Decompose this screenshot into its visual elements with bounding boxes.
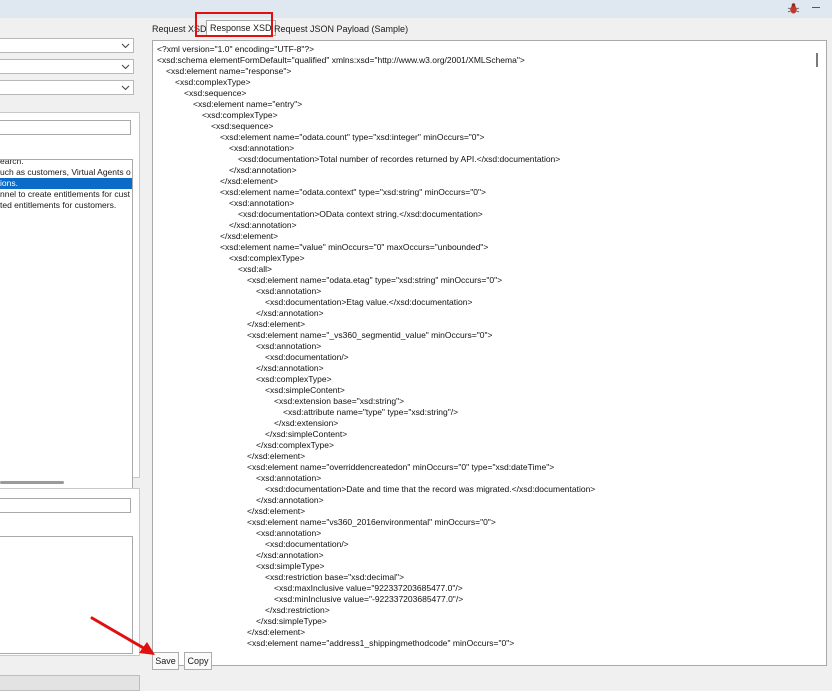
combo-box-3[interactable]: [0, 80, 134, 95]
code-line: <xsd:sequence>: [184, 88, 247, 98]
code-line: </xsd:complexType>: [256, 440, 334, 450]
code-line: </xsd:simpleContent>: [265, 429, 348, 439]
code-line: </xsd:annotation>: [256, 363, 324, 373]
code-line: <xsd:attribute name="type" type="xsd:str…: [283, 407, 459, 417]
code-line: <xsd:complexType>: [202, 110, 278, 120]
code-line: <xsd:annotation>: [229, 143, 295, 153]
horizontal-scrollbar[interactable]: [0, 481, 64, 484]
code-line: </xsd:element>: [247, 506, 306, 516]
combo-box-2[interactable]: [0, 59, 134, 74]
code-line: <xsd:complexType>: [175, 77, 251, 87]
code-line: </xsd:annotation>: [229, 165, 297, 175]
code-line: </xsd:element>: [247, 627, 306, 637]
code-line: <xsd:maxInclusive value="922337203685477…: [274, 583, 463, 593]
xsd-code-view[interactable]: <?xml version="1.0" encoding="UTF-8"?> <x…: [152, 40, 827, 666]
list-item[interactable]: uch as customers, Virtual Agents o: [0, 167, 131, 178]
detail-input[interactable]: [0, 498, 131, 513]
left-panel: earch. uch as customers, Virtual Agents …: [0, 18, 146, 691]
code-line: <xsd:documentation>Date and time that th…: [265, 484, 596, 494]
code-line: <xsd:element name="odata.context" type="…: [220, 187, 486, 197]
chevron-down-icon: [121, 43, 130, 49]
code-line: <xsd:schema elementFormDefault="qualifie…: [157, 55, 525, 65]
tab-response-xsd[interactable]: Response XSD: [206, 20, 276, 36]
minimize-icon[interactable]: [812, 7, 820, 8]
code-line: <xsd:annotation>: [256, 528, 322, 538]
code-line: <xsd:documentation/>: [265, 539, 349, 549]
list-item[interactable]: nnel to create entitlements for cust: [0, 189, 130, 200]
code-line: <xsd:annotation>: [229, 198, 295, 208]
status-field: [0, 675, 140, 691]
code-line: <xsd:complexType>: [229, 253, 305, 263]
window-top-bar: [0, 0, 832, 18]
code-line: <xsd:all>: [238, 264, 273, 274]
code-line: </xsd:element>: [220, 176, 279, 186]
code-line: <xsd:annotation>: [256, 341, 322, 351]
copy-button[interactable]: Copy: [184, 652, 212, 670]
code-line: <xsd:element name="overriddencreatedon" …: [247, 462, 555, 472]
code-line: </xsd:element>: [247, 451, 306, 461]
code-line: <xsd:element name="entry">: [193, 99, 303, 109]
arrow-annotation-icon: [90, 616, 155, 655]
code-lines: <?xml version="1.0" encoding="UTF-8"?> <x…: [157, 44, 595, 649]
code-line: <xsd:annotation>: [256, 473, 322, 483]
code-line: </xsd:annotation>: [256, 495, 324, 505]
list-item[interactable]: ted entitlements for customers.: [0, 200, 116, 211]
code-line: </xsd:simpleType>: [256, 616, 327, 626]
code-line: <xsd:documentation>Total number of recor…: [238, 154, 561, 164]
code-line: <xsd:simpleType>: [256, 561, 325, 571]
code-line: <xsd:annotation>: [256, 286, 322, 296]
code-line: </xsd:annotation>: [256, 308, 324, 318]
code-line: </xsd:annotation>: [256, 550, 324, 560]
code-line: </xsd:element>: [247, 319, 306, 329]
tab-request-json-payload[interactable]: Request JSON Payload (Sample): [274, 22, 408, 37]
code-line: </xsd:extension>: [274, 418, 339, 428]
code-line: </xsd:element>: [220, 231, 279, 241]
code-line: <xsd:element name="_vs360_segmentid_valu…: [247, 330, 493, 340]
code-line: <?xml version="1.0" encoding="UTF-8"?>: [157, 44, 315, 54]
chevron-down-icon: [121, 85, 130, 91]
tab-request-xsd[interactable]: Request XSD: [152, 22, 207, 37]
code-line: <xsd:element name="address1_shippingmeth…: [247, 638, 515, 648]
code-line: <xsd:documentation/>: [265, 352, 349, 362]
code-line: <xsd:element name="odata.etag" type="xsd…: [247, 275, 503, 285]
code-line: <xsd:simpleContent>: [265, 385, 345, 395]
code-line: <xsd:complexType>: [256, 374, 332, 384]
code-line: <xsd:extension base="xsd:string">: [274, 396, 405, 406]
code-line: <xsd:documentation>Etag value.</xsd:docu…: [265, 297, 473, 307]
list-item[interactable]: earch.: [0, 160, 24, 167]
code-line: <xsd:restriction base="xsd:decimal">: [265, 572, 405, 582]
bug-icon[interactable]: [787, 2, 800, 15]
code-line: <xsd:element name="value" minOccurs="0" …: [220, 242, 489, 252]
list-item-selected[interactable]: ions.: [0, 178, 132, 189]
combo-box-1[interactable]: [0, 38, 134, 53]
code-line: <xsd:sequence>: [211, 121, 274, 131]
operation-list[interactable]: earch. uch as customers, Virtual Agents …: [0, 159, 133, 491]
code-line: <xsd:documentation>OData context string.…: [238, 209, 483, 219]
code-line: </xsd:annotation>: [229, 220, 297, 230]
chevron-down-icon: [121, 64, 130, 70]
code-line: <xsd:element name="response">: [166, 66, 292, 76]
right-panel: Request XSD Response XSD Request JSON Pa…: [146, 12, 832, 680]
code-line: </xsd:restriction>: [265, 605, 330, 615]
code-line: <xsd:element name="odata.count" type="xs…: [220, 132, 485, 142]
code-line: <xsd:element name="vs360_2016environment…: [247, 517, 496, 527]
vertical-scrollbar[interactable]: [816, 53, 818, 67]
code-line: <xsd:minInclusive value="-92233720368547…: [274, 594, 464, 604]
filter-input[interactable]: [0, 120, 131, 135]
